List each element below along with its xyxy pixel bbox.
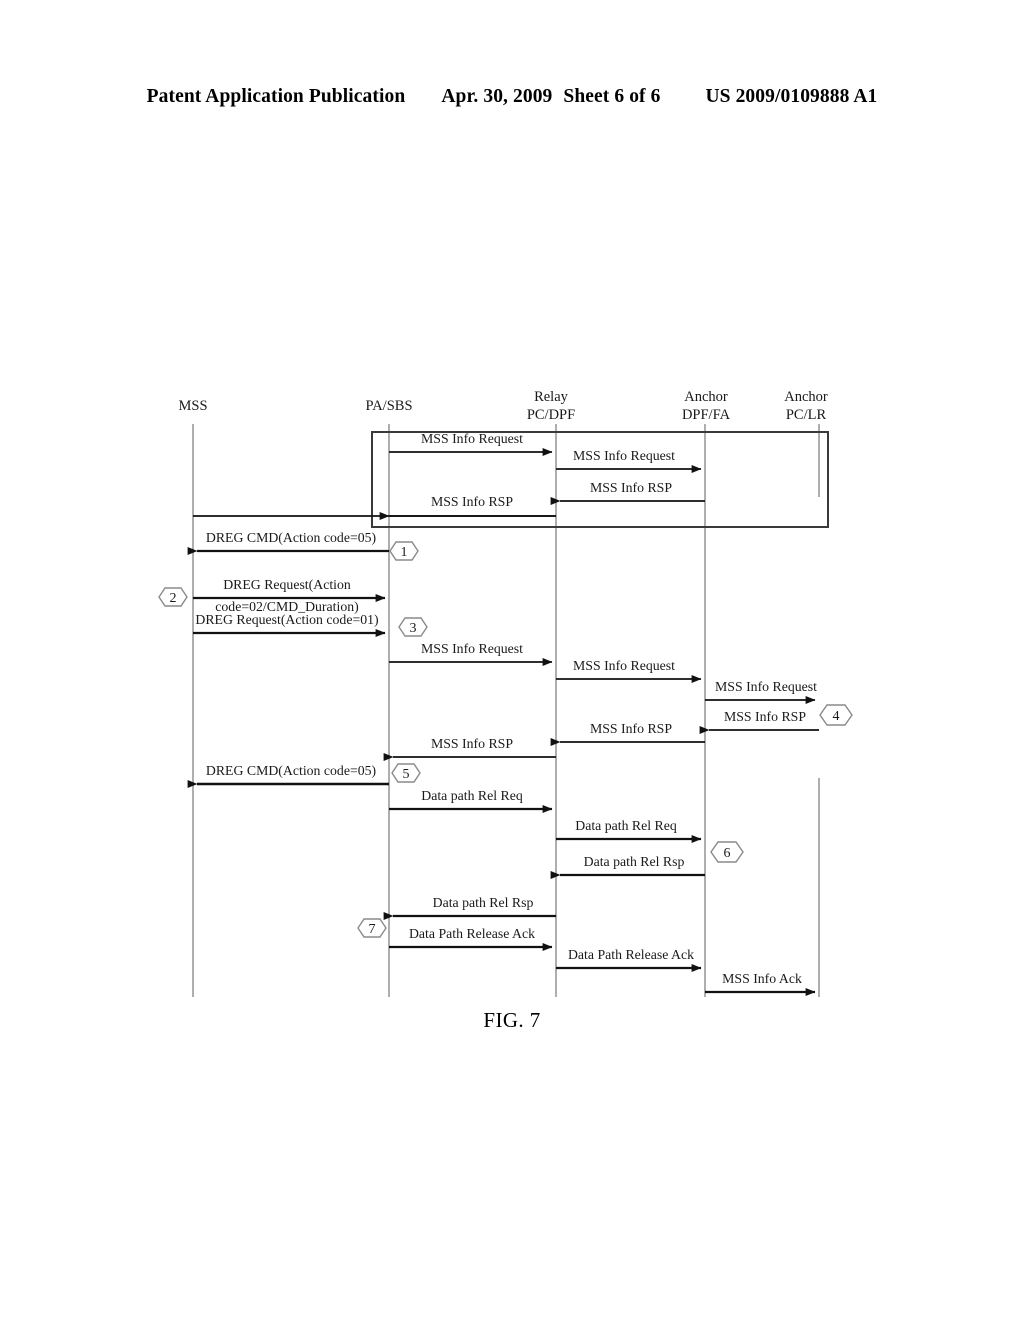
message-label: MSS Info Request: [421, 641, 523, 656]
message-label: MSS Info RSP: [590, 721, 672, 736]
step-marker-3: 3: [398, 617, 428, 637]
message-mss-info-request-3: MSS Info Request: [389, 641, 553, 666]
message-label: DREG CMD(Action code=05): [206, 763, 376, 779]
message-dreg-request-01: DREG Request(Action code=01): [193, 612, 386, 637]
message-label: Data path Rel Rsp: [433, 895, 534, 910]
step-marker-number: 2: [170, 591, 177, 606]
message-dreg-cmd-1: DREG CMD(Action code=05): [187, 530, 389, 555]
lifeline-label-mss: MSS: [178, 398, 207, 414]
message-mss-info-request-2: MSS Info Request: [556, 448, 702, 473]
message-label: MSS Info Request: [715, 679, 817, 694]
step-marker-4: 4: [819, 704, 853, 726]
step-marker-7: 7: [357, 918, 387, 938]
message-mss-info-rsp-5: MSS Info RSP: [383, 736, 556, 761]
message-dreg-cmd-2: DREG CMD(Action code=05): [187, 763, 389, 788]
step-marker-number: 5: [403, 767, 410, 782]
message-mss-info-rsp-3: MSS Info RSP: [699, 709, 819, 734]
lifeline-labels: MSS PA/SBS Relay PC/DPF Anchor DPF/FA An…: [178, 389, 827, 423]
message-label: MSS Info Request: [573, 448, 675, 463]
message-mss-info-rsp-1: MSS Info RSP: [550, 480, 705, 505]
step-marker-number: 7: [369, 922, 376, 937]
message-label: MSS Info Ack: [722, 971, 802, 986]
message-mss-info-rsp-4: MSS Info RSP: [550, 721, 705, 746]
message-data-path-release-ack-1: Data Path Release Ack: [389, 926, 553, 951]
message-label: Data Path Release Ack: [568, 947, 694, 962]
message-data-path-rel-req-1: Data path Rel Req: [389, 788, 553, 813]
step-marker-number: 3: [410, 621, 417, 636]
message-mss-info-ack: MSS Info Ack: [705, 971, 816, 996]
message-label: DREG Request(Action code=01): [195, 612, 378, 628]
message-label: MSS Info RSP: [724, 709, 806, 724]
message-label: Data path Rel Req: [421, 788, 523, 803]
lifeline-label-relay-line1: Relay: [534, 389, 569, 405]
message-label: Data path Rel Rsp: [584, 854, 685, 869]
message-data-path-rel-req-2: Data path Rel Req: [556, 818, 702, 843]
step-marker-number: 4: [833, 709, 840, 724]
message-data-path-rel-rsp-1: Data path Rel Rsp: [550, 854, 705, 879]
message-label: MSS Info Request: [573, 658, 675, 673]
step-marker-2: 2: [158, 587, 188, 607]
message-mss-info-rsp-2: MSS Info RSP: [193, 494, 556, 520]
message-mss-info-request-5: MSS Info Request: [705, 679, 817, 704]
lifeline-label-anchor-dpf-line1: Anchor: [684, 389, 728, 405]
message-label: Data Path Release Ack: [409, 926, 535, 941]
step-marker-6: 6: [710, 841, 744, 863]
message-data-path-rel-rsp-2: Data path Rel Rsp: [383, 895, 556, 920]
sequence-diagram: MSS PA/SBS Relay PC/DPF Anchor DPF/FA An…: [0, 0, 1024, 1320]
message-label: MSS Info RSP: [590, 480, 672, 495]
message-mss-info-request-4: MSS Info Request: [556, 658, 702, 683]
message-label: DREG CMD(Action code=05): [206, 530, 376, 546]
step-marker-1: 1: [389, 541, 419, 561]
message-label-line1: DREG Request(Action: [223, 577, 351, 593]
lifeline-label-anchor-pc-line2: PC/LR: [786, 407, 827, 423]
message-dreg-request-duration: DREG Request(Action code=02/CMD_Duration…: [193, 577, 386, 615]
figure-caption: FIG. 7: [483, 1008, 541, 1032]
step-marker-number: 6: [724, 846, 731, 861]
lifeline-label-relay-line2: PC/DPF: [527, 407, 575, 423]
step-marker-number: 1: [401, 545, 408, 560]
message-data-path-release-ack-2: Data Path Release Ack: [556, 947, 702, 972]
lifeline-label-anchor-pc-line1: Anchor: [784, 389, 828, 405]
message-label: MSS Info RSP: [431, 494, 513, 509]
message-label: Data path Rel Req: [575, 818, 677, 833]
lifeline-label-pa-sbs: PA/SBS: [365, 398, 412, 414]
lifeline-label-anchor-dpf-line2: DPF/FA: [682, 407, 731, 423]
message-label: MSS Info Request: [421, 431, 523, 446]
message-label: MSS Info RSP: [431, 736, 513, 751]
step-marker-5: 5: [391, 763, 421, 783]
message-mss-info-request-1: MSS Info Request: [389, 431, 553, 456]
